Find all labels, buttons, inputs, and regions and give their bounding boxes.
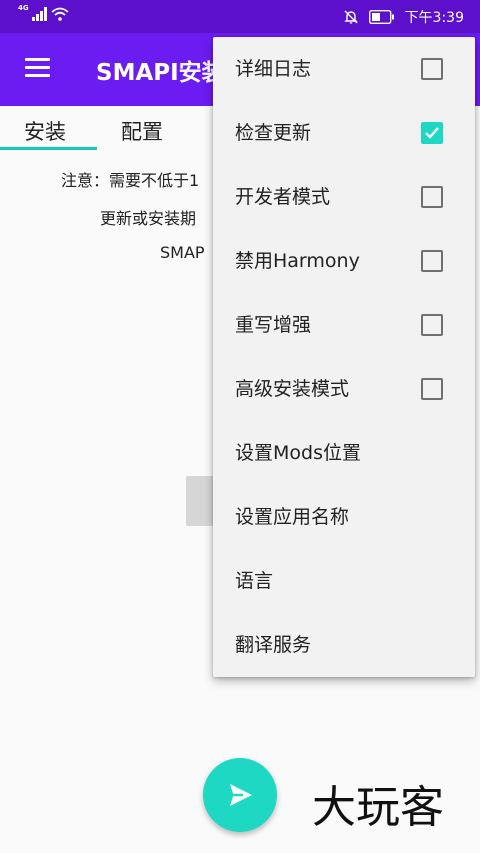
signal-icon (31, 7, 47, 21)
menu-item-label: 禁用Harmony (235, 250, 360, 272)
advanced-install-checkbox[interactable] (421, 378, 443, 400)
page-title: SMAPI安装 (96, 60, 225, 86)
menu-item-label: 设置应用名称 (235, 506, 350, 528)
send-icon (230, 784, 252, 806)
check-update-checkbox[interactable] (421, 122, 443, 144)
menu-item-translation-service[interactable]: 翻译服务 (213, 613, 475, 677)
status-bar: 4G 下午3:39 (0, 0, 480, 33)
tab-config[interactable]: 配置 (121, 116, 163, 146)
battery-icon (368, 9, 394, 24)
menu-item-label: 详细日志 (235, 58, 312, 80)
clock: 下午3:39 (404, 9, 464, 26)
verbose-log-checkbox[interactable] (421, 58, 443, 80)
send-fab-button[interactable] (203, 758, 277, 832)
rewrite-enhance-checkbox[interactable] (421, 314, 443, 336)
hamburger-menu-icon[interactable] (25, 58, 50, 78)
menu-item-rewrite-enhance[interactable]: 重写增强 (213, 293, 475, 357)
smapi-text: SMAP (160, 243, 205, 262)
menu-item-set-app-name[interactable]: 设置应用名称 (213, 485, 475, 549)
menu-item-label: 语言 (235, 570, 274, 592)
tab-install[interactable]: 安装 (24, 116, 66, 146)
disable-harmony-checkbox[interactable] (421, 250, 443, 272)
developer-mode-checkbox[interactable] (421, 186, 443, 208)
tab-indicator (0, 147, 97, 150)
menu-item-label: 高级安装模式 (235, 378, 350, 400)
menu-item-advanced-install[interactable]: 高级安装模式 (213, 357, 475, 421)
check-icon (425, 127, 439, 139)
menu-item-check-update[interactable]: 检查更新 (213, 101, 475, 165)
menu-item-label: 检查更新 (235, 122, 312, 144)
status-right: 下午3:39 (343, 0, 464, 33)
watermark-logo: 大玩客 (312, 780, 462, 833)
wifi-icon (51, 7, 69, 21)
status-left: 4G (18, 4, 69, 21)
network-type: 4G (18, 4, 29, 12)
menu-item-verbose-log[interactable]: 详细日志 (213, 37, 475, 101)
mute-icon (343, 10, 358, 24)
menu-item-label: 翻译服务 (235, 634, 312, 656)
update-text: 更新或安装期 (100, 209, 197, 228)
menu-item-language[interactable]: 语言 (213, 549, 475, 613)
menu-item-label: 重写增强 (235, 314, 312, 336)
menu-item-label: 开发者模式 (235, 186, 331, 208)
overflow-menu: 详细日志 检查更新 开发者模式 禁用Harmony 重写增强 高级安装模式 设置… (213, 37, 475, 677)
menu-item-set-mods-location[interactable]: 设置Mods位置 (213, 421, 475, 485)
menu-item-developer-mode[interactable]: 开发者模式 (213, 165, 475, 229)
notice-text: 注意：需要不低于1 (61, 171, 200, 190)
menu-item-disable-harmony[interactable]: 禁用Harmony (213, 229, 475, 293)
svg-text:大玩客: 大玩客 (312, 782, 444, 830)
menu-item-label: 设置Mods位置 (235, 442, 361, 464)
